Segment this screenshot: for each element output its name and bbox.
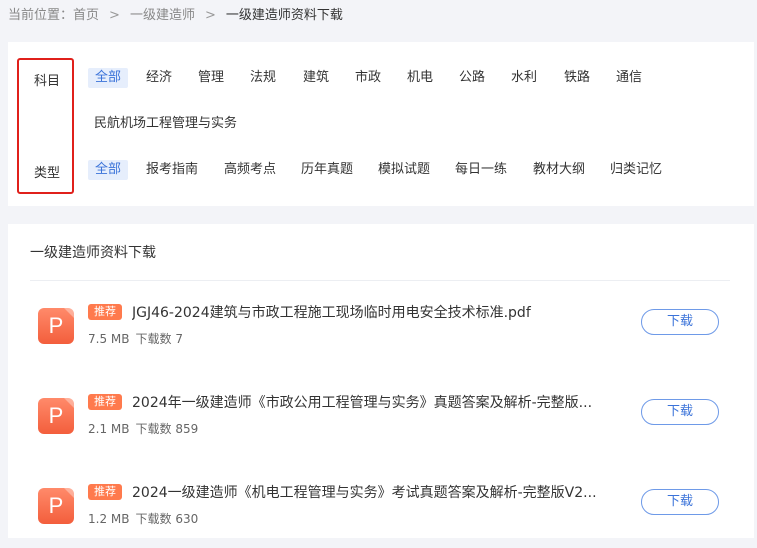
subject-filter-label: 科目 [34,74,61,89]
download-count: 7 [175,332,183,346]
file-meta: 7.5 MB 下载数 7 [88,330,183,347]
subject-option-management[interactable]: 管理 [198,68,224,88]
list-item: P 推荐 JGJ46-2024建筑与市政工程施工现场临时用电安全技术标准.pdf… [8,298,754,368]
breadcrumb-separator: > [109,8,120,23]
type-filter-label: 类型 [34,166,61,181]
breadcrumb-category-link[interactable]: 一级建造师 [130,8,195,23]
download-count-label: 下载数 [135,332,172,346]
subject-option-water[interactable]: 水利 [511,68,537,88]
filter-panel: 科目 类型 全部 经济 管理 法规 建筑 市政 机电 公路 水利 铁路 通信 民… [8,42,754,206]
breadcrumb-prefix: 当前位置： [8,8,74,23]
type-option-daily-practice[interactable]: 每日一练 [455,160,507,180]
subject-option-economy[interactable]: 经济 [146,68,172,88]
file-size: 7.5 MB [88,332,130,346]
type-option-memory-notes[interactable]: 归类记忆 [610,160,662,180]
subject-option-municipal[interactable]: 市政 [355,68,381,88]
divider [30,280,730,281]
subject-option-all[interactable]: 全部 [88,68,129,88]
recommend-badge: 推荐 [88,394,122,410]
file-meta: 1.2 MB 下载数 630 [88,510,198,527]
download-count-label: 下载数 [135,422,172,436]
type-option-exam-guide[interactable]: 报考指南 [146,160,198,180]
list-item: P 推荐 2024年一级建造师《市政公用工程管理与实务》真题答案及解析-完整版.… [8,388,754,458]
pdf-file-icon: P [38,398,74,434]
pdf-file-icon: P [38,308,74,344]
download-count-label: 下载数 [135,512,172,526]
recommend-badge: 推荐 [88,484,122,500]
file-size: 1.2 MB [88,512,130,526]
type-option-mock-tests[interactable]: 模拟试题 [378,160,430,180]
type-option-key-points[interactable]: 高频考点 [224,160,276,180]
breadcrumb: 当前位置：首页 > 一级建造师 > 一级建造师资料下载 [8,6,343,26]
resource-list-panel: 一级建造师资料下载 P 推荐 JGJ46-2024建筑与市政工程施工现场临时用电… [8,224,754,538]
subject-option-airport[interactable]: 民航机场工程管理与实务 [94,114,237,134]
subject-option-mechanical[interactable]: 机电 [407,68,433,88]
file-meta: 2.1 MB 下载数 859 [88,420,198,437]
download-count: 630 [175,512,199,526]
breadcrumb-current: 一级建造师资料下载 [225,8,343,23]
download-count: 859 [175,422,199,436]
download-button[interactable]: 下载 [641,489,719,515]
list-title: 一级建造师资料下载 [30,245,156,261]
type-option-all[interactable]: 全部 [88,160,129,180]
type-option-past-papers[interactable]: 历年真题 [301,160,353,180]
download-button[interactable]: 下载 [641,309,719,335]
subject-option-law[interactable]: 法规 [250,68,276,88]
subject-option-railway[interactable]: 铁路 [564,68,590,88]
recommend-badge: 推荐 [88,304,122,320]
pdf-file-icon: P [38,488,74,524]
subject-option-building[interactable]: 建筑 [303,68,329,88]
file-name-link[interactable]: 2024一级建造师《机电工程管理与实务》考试真题答案及解析-完整版V2... [132,482,612,502]
breadcrumb-separator: > [204,8,216,23]
subject-option-telecom[interactable]: 通信 [616,68,642,88]
type-option-syllabus[interactable]: 教材大纲 [533,160,585,180]
breadcrumb-home-link[interactable]: 首页 [73,8,99,23]
file-name-link[interactable]: 2024年一级建造师《市政公用工程管理与实务》真题答案及解析-完整版... [132,392,612,412]
download-button[interactable]: 下载 [641,399,719,425]
file-size: 2.1 MB [88,422,130,436]
subject-option-highway[interactable]: 公路 [459,68,485,88]
file-name-link[interactable]: JGJ46-2024建筑与市政工程施工现场临时用电安全技术标准.pdf [132,302,612,322]
